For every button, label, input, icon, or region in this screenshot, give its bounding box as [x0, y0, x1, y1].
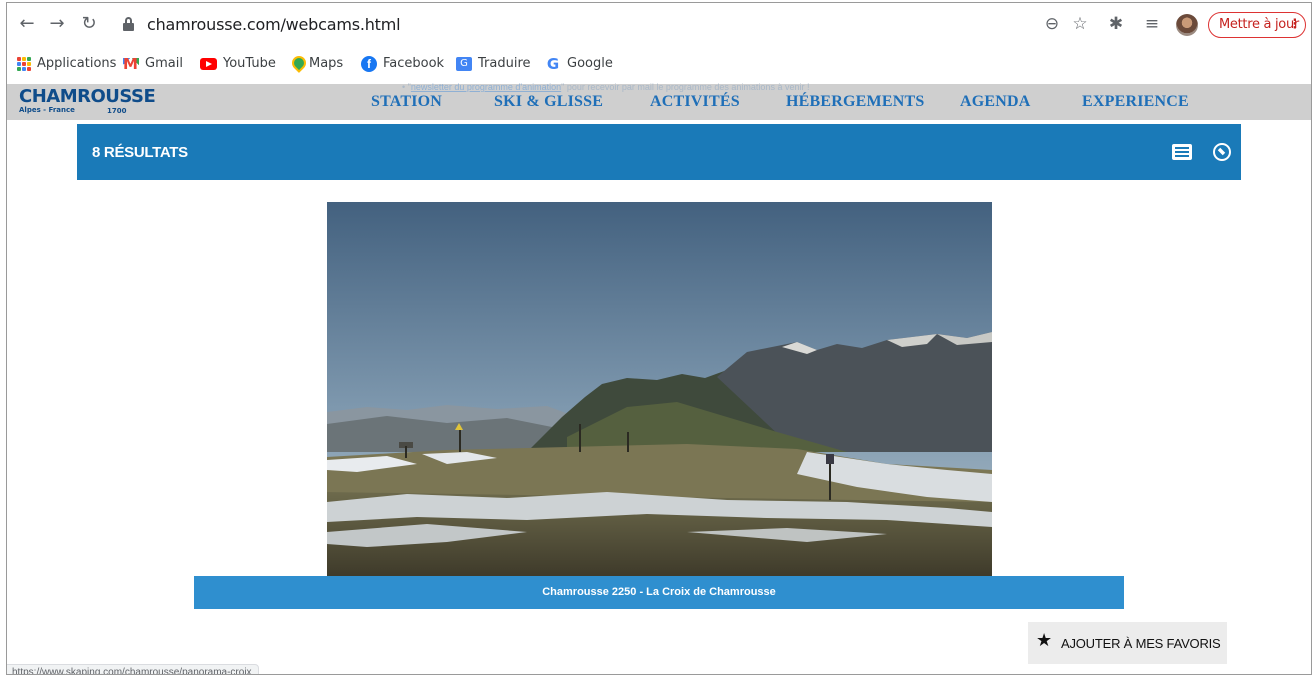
- bookmark-label: YouTube: [223, 56, 276, 71]
- forward-icon[interactable]: →: [45, 12, 69, 36]
- bookmark-facebook[interactable]: f Facebook: [361, 55, 444, 73]
- apps-grid-icon: [17, 56, 31, 71]
- favorites-label: AJOUTER À MES FAVORIS: [1061, 636, 1221, 651]
- bookmark-gmail[interactable]: Gmail: [123, 55, 183, 73]
- webcam-caption-bar[interactable]: Chamrousse 2250 - La Croix de Chamrousse: [194, 576, 1124, 609]
- logo-tagline: Alpes - France: [19, 106, 75, 114]
- maps-icon: [291, 56, 303, 72]
- nav-station[interactable]: STATION: [371, 93, 442, 111]
- list-view-icon[interactable]: [1172, 144, 1192, 160]
- results-count: 8 RÉSULTATS: [92, 144, 188, 161]
- address-bar[interactable]: chamrousse.com/webcams.html: [117, 11, 1107, 39]
- zoom-icon[interactable]: ⊖: [1040, 12, 1064, 36]
- webcam-image[interactable]: [327, 202, 992, 577]
- bookmark-star-icon[interactable]: ☆: [1068, 12, 1092, 36]
- logo-altitude: 1700: [107, 107, 127, 115]
- translate-icon: G: [456, 56, 472, 71]
- reading-list-icon[interactable]: ≡: [1140, 12, 1164, 36]
- bookmark-youtube[interactable]: YouTube: [200, 55, 276, 73]
- bookmarks-bar: Applications Gmail YouTube Maps f Faceboo…: [7, 49, 1311, 79]
- google-icon: G: [546, 54, 560, 73]
- nav-activites[interactable]: ACTIVITÉS: [650, 93, 740, 111]
- compass-icon[interactable]: [1213, 143, 1231, 161]
- results-bar: 8 RÉSULTATS: [77, 124, 1241, 180]
- extensions-icon[interactable]: ✱: [1104, 12, 1128, 36]
- back-icon[interactable]: ←: [15, 12, 39, 36]
- bookmark-label: Applications: [37, 56, 117, 71]
- bookmark-label: Google: [567, 56, 613, 71]
- gmail-icon: [123, 55, 139, 73]
- facebook-icon: f: [361, 55, 377, 72]
- bookmark-google[interactable]: G Google: [545, 55, 613, 73]
- update-button[interactable]: Mettre à jour ⋮: [1208, 12, 1306, 38]
- nav-agenda[interactable]: AGENDA: [960, 93, 1031, 111]
- profile-avatar[interactable]: [1176, 14, 1198, 36]
- menu-dots-icon[interactable]: ⋮: [1288, 17, 1301, 33]
- nav-ski-glisse[interactable]: SKI & GLISSE: [494, 93, 603, 111]
- star-icon: ★: [1036, 630, 1053, 651]
- chamrousse-logo[interactable]: CHAMROUSSE Alpes - France 1700: [19, 86, 156, 116]
- browser-toolbar: ← → ↻ chamrousse.com/webcams.html ⊖ ☆ ✱ …: [7, 3, 1311, 47]
- bookmark-label: Facebook: [383, 56, 445, 71]
- bookmark-maps[interactable]: Maps: [291, 55, 343, 73]
- nav-experience[interactable]: EXPERIENCE: [1082, 93, 1189, 111]
- url-text[interactable]: chamrousse.com/webcams.html: [147, 15, 401, 34]
- add-favorites-button[interactable]: ★ AJOUTER À MES FAVORIS: [1028, 622, 1227, 664]
- webcam-caption: Chamrousse 2250 - La Croix de Chamrousse: [542, 586, 776, 598]
- site-header: CHAMROUSSE Alpes - France 1700 • "newsle…: [7, 82, 1311, 120]
- nav-hebergements[interactable]: HÉBERGEMENTS: [786, 93, 924, 111]
- logo-name: CHAMROUSSE: [19, 86, 156, 107]
- bookmark-applications[interactable]: Applications: [17, 55, 116, 73]
- lock-icon[interactable]: [123, 17, 134, 31]
- bookmark-label: Traduire: [478, 56, 531, 71]
- bookmark-traduire[interactable]: G Traduire: [456, 55, 531, 73]
- bookmark-label: Maps: [309, 56, 344, 71]
- bookmark-label: Gmail: [145, 56, 183, 71]
- reload-icon[interactable]: ↻: [77, 12, 101, 36]
- newsletter-link[interactable]: newsletter du programme d'animation: [411, 82, 561, 92]
- status-bar-url: https://www.skaping.com/chamrousse/panor…: [7, 664, 259, 674]
- youtube-icon: [200, 57, 217, 70]
- newsletter-text: " pour recevoir par mail le programme de…: [561, 82, 810, 92]
- newsletter-banner: • "newsletter du programme d'animation" …: [402, 82, 809, 92]
- browser-window: ← → ↻ chamrousse.com/webcams.html ⊖ ☆ ✱ …: [6, 2, 1312, 675]
- update-label: Mettre à jour: [1219, 17, 1299, 32]
- newsletter-bullet: • ": [402, 82, 411, 92]
